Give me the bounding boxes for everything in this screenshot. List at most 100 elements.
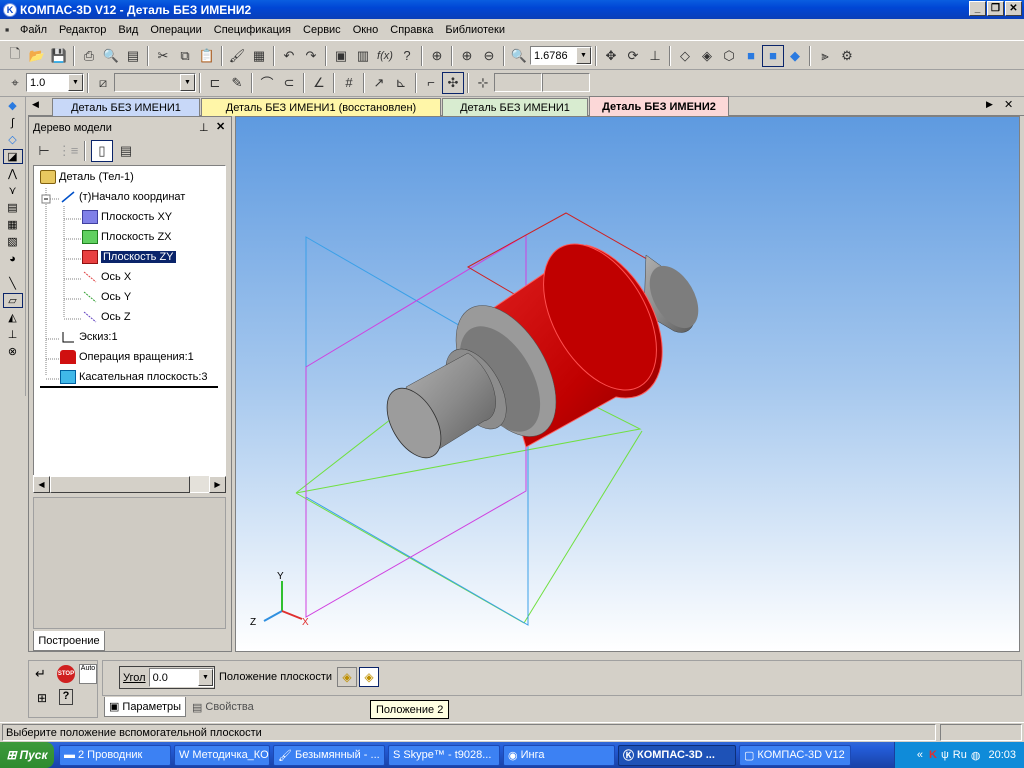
normal-plane-icon[interactable]: ⊥	[3, 327, 23, 342]
print-icon[interactable]: ⎙	[78, 45, 100, 67]
filter-icon[interactable]: ⋎	[3, 183, 23, 198]
manager-icon[interactable]: ▣	[330, 45, 352, 67]
grid-icon[interactable]: #	[338, 72, 360, 94]
tab-document-1[interactable]: Деталь БЕЗ ИМЕНИ1	[52, 98, 200, 116]
tree-structure-icon[interactable]: ⊢	[33, 140, 55, 162]
shaded-edges-icon[interactable]: ■	[762, 44, 784, 67]
chevron-down-icon[interactable]: ▼	[576, 47, 591, 64]
shaded-icon[interactable]: ■	[740, 45, 762, 67]
minimize-button[interactable]: _	[969, 1, 986, 16]
close-icon[interactable]: ✕	[216, 120, 225, 133]
scroll-left-icon[interactable]: ◀	[33, 476, 50, 493]
close-button[interactable]: ✕	[1005, 1, 1022, 16]
3d-viewport[interactable]: Y Z X	[235, 116, 1020, 652]
variables-icon[interactable]: ▥	[352, 45, 374, 67]
undo-icon[interactable]: ↶	[278, 45, 300, 67]
tree-view-icon[interactable]: ▤	[115, 140, 137, 162]
axis-cs-icon[interactable]: ⊾	[390, 72, 412, 94]
help-icon[interactable]: ?	[59, 689, 73, 705]
perspective-icon[interactable]: ◆	[784, 45, 806, 67]
zoom-out-icon[interactable]: ⊖	[478, 45, 500, 67]
tree-node-origin[interactable]: (т)Начало координат	[60, 190, 185, 204]
clock[interactable]: 20:03	[988, 749, 1016, 761]
network-icon[interactable]: ◍	[971, 749, 981, 762]
spec-icon[interactable]: ▤	[3, 200, 23, 215]
orientation-icon[interactable]: ⊥	[644, 45, 666, 67]
menu-window[interactable]: Окно	[347, 24, 385, 36]
chevron-down-icon[interactable]: ▼	[68, 74, 83, 91]
tree-node-revolve[interactable]: Операция вращения:1	[60, 350, 194, 364]
tree-node-sketch[interactable]: Эскиз:1	[60, 330, 118, 344]
start-button[interactable]: ⊞ Пуск	[0, 742, 54, 768]
sketch-icon[interactable]: ⊏	[204, 72, 226, 94]
doc-icon[interactable]: ▪	[0, 19, 14, 41]
tab-document-4[interactable]: Деталь БЕЗ ИМЕНИ2	[589, 96, 729, 117]
zoom-window-icon[interactable]: ⊕	[426, 45, 448, 67]
taskbar-item-word[interactable]: W Методичка_КО...	[174, 744, 270, 766]
tree-node-axis-z[interactable]: Ось Z	[82, 310, 131, 324]
tree-node-axis-y[interactable]: Ось Y	[82, 290, 131, 304]
reports-icon[interactable]: ▦	[3, 217, 23, 232]
mic-icon[interactable]: ψ	[941, 749, 949, 761]
taskbar-item-paint[interactable]: 🖌 Безымянный - ...	[273, 744, 385, 766]
tab-properties[interactable]: ▤ Свойства	[188, 697, 264, 717]
auto-create-icon[interactable]: Auto	[79, 664, 97, 684]
surfaces-icon[interactable]: ◇	[3, 132, 23, 147]
axis-line-icon[interactable]: ╲	[3, 276, 23, 291]
measure-icon[interactable]: ⌒	[256, 72, 278, 94]
create-object-icon[interactable]: ↵	[35, 666, 46, 682]
spatial-curves-icon[interactable]: ∫	[3, 115, 23, 130]
properties-icon[interactable]: ▦	[248, 45, 270, 67]
redo-icon[interactable]: ↷	[300, 45, 322, 67]
tree-node-plane-xy[interactable]: Плоскость XY	[82, 210, 172, 224]
zoom-combo[interactable]: 1.6786 ▼	[530, 46, 592, 65]
menu-view[interactable]: Вид	[112, 24, 144, 36]
link-icon[interactable]: ⊂	[278, 72, 300, 94]
copy-icon[interactable]: ⧉	[174, 45, 196, 67]
paste-icon[interactable]: 📋	[196, 45, 218, 67]
page-icon[interactable]: ▤	[122, 45, 144, 67]
filter-icon[interactable]: ⫸	[814, 45, 836, 67]
offset-plane-icon[interactable]: ▱	[2, 293, 23, 308]
angle-input[interactable]: 0.0 ▼	[148, 668, 214, 687]
menu-help[interactable]: Справка	[384, 24, 439, 36]
menu-file[interactable]: Файл	[14, 24, 53, 36]
taskbar-item-skype[interactable]: S Skype™ - t9028...	[388, 744, 500, 766]
tab-document-2[interactable]: Деталь БЕЗ ИМЕНИ1 (восстановлен)	[201, 98, 441, 116]
auxiliary-geometry-icon[interactable]: ◪	[2, 149, 23, 164]
snap-active-icon[interactable]: ✣	[442, 71, 464, 94]
hidden-lines-icon[interactable]: ◈	[696, 45, 718, 67]
tab-document-3[interactable]: Деталь БЕЗ ИМЕНИ1	[442, 98, 588, 116]
open-file-icon[interactable]: 📂	[26, 45, 48, 67]
wireframe-icon[interactable]: ◇	[674, 45, 696, 67]
ortho-icon[interactable]: ⌐	[420, 72, 442, 94]
edit-sketch-icon[interactable]: ✎	[226, 72, 248, 94]
pin-panel-icon[interactable]: ⊞	[37, 691, 47, 705]
tree-node-plane-zx[interactable]: Плоскость ZX	[82, 230, 172, 244]
new-file-icon[interactable]: 🗋	[4, 45, 26, 67]
dimensions-icon[interactable]: ⋀	[3, 166, 23, 181]
menu-operations[interactable]: Операции	[144, 24, 207, 36]
relations-icon[interactable]: ⚙	[836, 45, 858, 67]
taskbar-item-explorer[interactable]: ▬ 2 Проводник	[59, 744, 171, 766]
stop-icon[interactable]: STOP	[57, 665, 75, 683]
format-painter-icon[interactable]: 🖌	[226, 45, 248, 67]
sheet-metal-icon[interactable]: ▧	[3, 234, 23, 249]
line-scale-combo[interactable]: 1.0 ▼	[26, 73, 84, 92]
taskbar-item-kompas[interactable]: ▢ КОМПАС-3D V12	[739, 744, 851, 766]
tangent-plane-icon[interactable]: ◭	[3, 310, 23, 325]
taskbar-item-inga[interactable]: ◉ Инга	[503, 744, 615, 766]
thin-lines-icon[interactable]: ⬡	[718, 45, 740, 67]
pin-icon[interactable]: ⊥	[199, 121, 209, 134]
menu-specification[interactable]: Спецификация	[208, 24, 297, 36]
zoom-in-icon[interactable]: ⊕	[456, 45, 478, 67]
language-indicator[interactable]: Ru	[953, 749, 967, 761]
control-point-icon[interactable]: ⊗	[3, 344, 23, 359]
menu-libraries[interactable]: Библиотеки	[439, 24, 511, 36]
edit-part-icon[interactable]: ◆	[3, 98, 23, 113]
restore-button[interactable]: ❐	[987, 1, 1004, 16]
chevron-down-icon[interactable]: ▼	[198, 669, 213, 686]
tree-node-axis-x[interactable]: Ось X	[82, 270, 131, 284]
tab-scroll-left-icon[interactable]: ◀	[32, 99, 39, 110]
menu-service[interactable]: Сервис	[297, 24, 347, 36]
